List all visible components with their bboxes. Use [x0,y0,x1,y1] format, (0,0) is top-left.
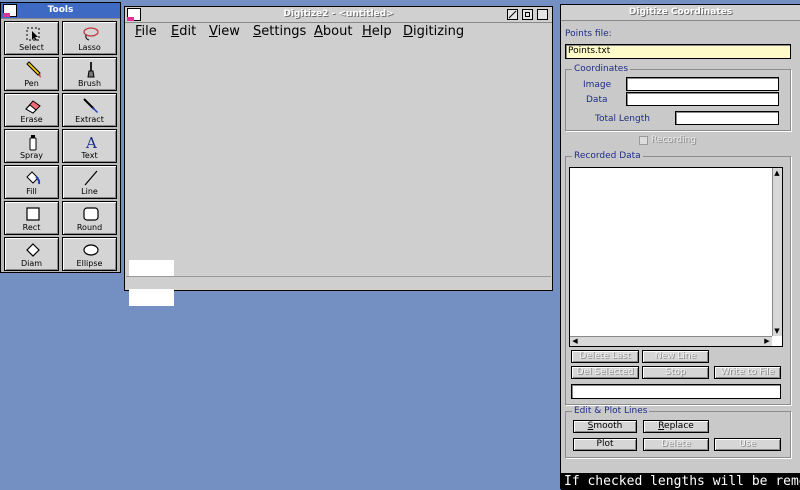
delete-last-button[interactable]: Delete Last [571,350,639,363]
scroll-right-icon[interactable]: ▶ [763,337,771,345]
tool-label: Spray [19,151,44,160]
tool-label: Text [81,151,98,160]
tool-label: Fill [26,187,37,196]
tool-diam[interactable]: Diam [4,237,59,271]
recording-label: Recording [651,135,697,145]
points-file-label: Points file: [565,29,612,39]
ellipse-icon [83,244,99,256]
scroll-up-icon[interactable]: ▲ [773,169,781,177]
tools-title: Tools [47,5,74,15]
menu-bar: File Edit View Settings About Help Digit… [126,23,551,41]
coordinates-group-label: Coordinates [572,64,631,74]
del-selected-button[interactable]: Del Selected [571,366,639,379]
menu-about[interactable]: About [314,24,352,39]
total-length-label: Total Length [595,114,650,124]
new-line-button[interactable]: New Line [642,350,709,363]
diamond-icon [26,243,40,257]
menu-edit[interactable]: Edit [171,24,196,39]
tool-select[interactable]: Select [4,21,59,55]
menu-file[interactable]: File [135,24,157,39]
smooth-button[interactable]: Smooth [573,420,637,433]
tool-fill[interactable]: Fill [4,165,59,199]
lasso-icon [83,27,99,41]
main-title: Digitize2 - <untitled> [283,9,394,19]
write-to-file-button[interactable]: Write to File [714,366,781,379]
tool-label: Erase [20,115,43,124]
stop-button[interactable]: Stop [642,366,709,379]
delete-button[interactable]: Delete [643,438,709,451]
tool-label: Pen [24,79,39,88]
total-length-field[interactable] [675,111,779,125]
extract-icon [83,98,98,113]
menu-settings[interactable]: Settings [253,24,306,39]
rect-icon [26,207,40,221]
minimize-icon[interactable] [522,9,533,20]
spray-icon [29,135,37,151]
tool-line[interactable]: Line [62,165,117,199]
tool-pen[interactable]: Pen [4,57,59,91]
tool-erase[interactable]: Erase [4,93,59,127]
coordinates-titlebar[interactable]: Digitize Coordinates [561,5,800,21]
text-icon: A [85,134,97,151]
drawing-canvas[interactable] [126,41,551,306]
replace-button[interactable]: Replace [643,420,709,433]
tool-brush[interactable]: Brush [62,57,117,91]
tools-titlebar[interactable]: Tools [1,3,120,19]
image-label: Image [583,80,612,90]
tool-extract[interactable]: Extract [62,93,117,127]
select-icon [26,27,40,41]
tool-rect[interactable]: Rect [4,201,59,235]
data-label: Data [586,95,608,105]
recorded-data-list[interactable]: ▲ ▼ ◀ ▶ [569,167,783,347]
tool-label: Lasso [78,43,101,52]
recording-checkbox[interactable] [639,136,648,145]
image-coord-field[interactable] [626,77,779,91]
main-titlebar[interactable]: Digitize2 - <untitled> [125,7,552,23]
zoom-icon[interactable] [507,9,518,20]
scroll-down-icon[interactable]: ▼ [773,327,781,335]
coordinates-window: Digitize Coordinates Points file: Points… [560,4,800,490]
main-window: Digitize2 - <untitled> File Edit View Se… [124,6,553,306]
tool-label: Select [19,43,44,52]
fill-icon [26,171,41,185]
tool-ellipse[interactable]: Ellipse [62,237,117,271]
status-bar [126,276,551,289]
tools-window: Tools Select Lasso Pen Brush Erase Extra… [0,2,121,273]
vertical-scrollbar[interactable]: ▲ ▼ [772,168,782,336]
horizontal-scrollbar[interactable]: ◀ ▶ [570,336,772,346]
tool-text[interactable]: A Text [62,129,117,163]
tool-label: Ellipse [76,259,103,268]
tool-round[interactable]: Round [62,201,117,235]
tool-label: Rect [22,223,41,232]
tool-label: Diam [20,259,43,268]
brush-icon [87,62,95,78]
tool-label: Brush [77,79,102,88]
scroll-left-icon[interactable]: ◀ [571,337,579,345]
plot-button[interactable]: Plot [573,438,637,451]
tool-lasso[interactable]: Lasso [62,21,117,55]
menu-help[interactable]: Help [362,24,392,39]
recorded-data-group-label: Recorded Data [572,151,643,161]
use-button[interactable]: Use [714,438,781,451]
tool-spray[interactable]: Spray [4,129,59,163]
points-file-input[interactable]: Points.txt [565,44,791,59]
edit-plot-group-label: Edit & Plot Lines [572,406,650,416]
svg-text:A: A [85,134,97,151]
message-field[interactable] [571,384,781,399]
menu-view[interactable]: View [209,24,240,39]
eraser-icon [25,100,41,114]
tool-label: Extract [75,115,104,124]
maximize-icon[interactable] [537,9,548,20]
round-rect-icon [83,207,99,221]
pen-icon [26,61,41,78]
tool-label: Line [81,187,98,196]
tool-label: Round [76,223,103,232]
hint-message: If checked lengths will be remer [561,473,800,490]
coordinates-title: Digitize Coordinates [628,7,733,17]
line-icon [84,170,98,186]
data-coord-field[interactable] [626,92,779,106]
menu-digitizing[interactable]: Digitizing [403,24,464,39]
